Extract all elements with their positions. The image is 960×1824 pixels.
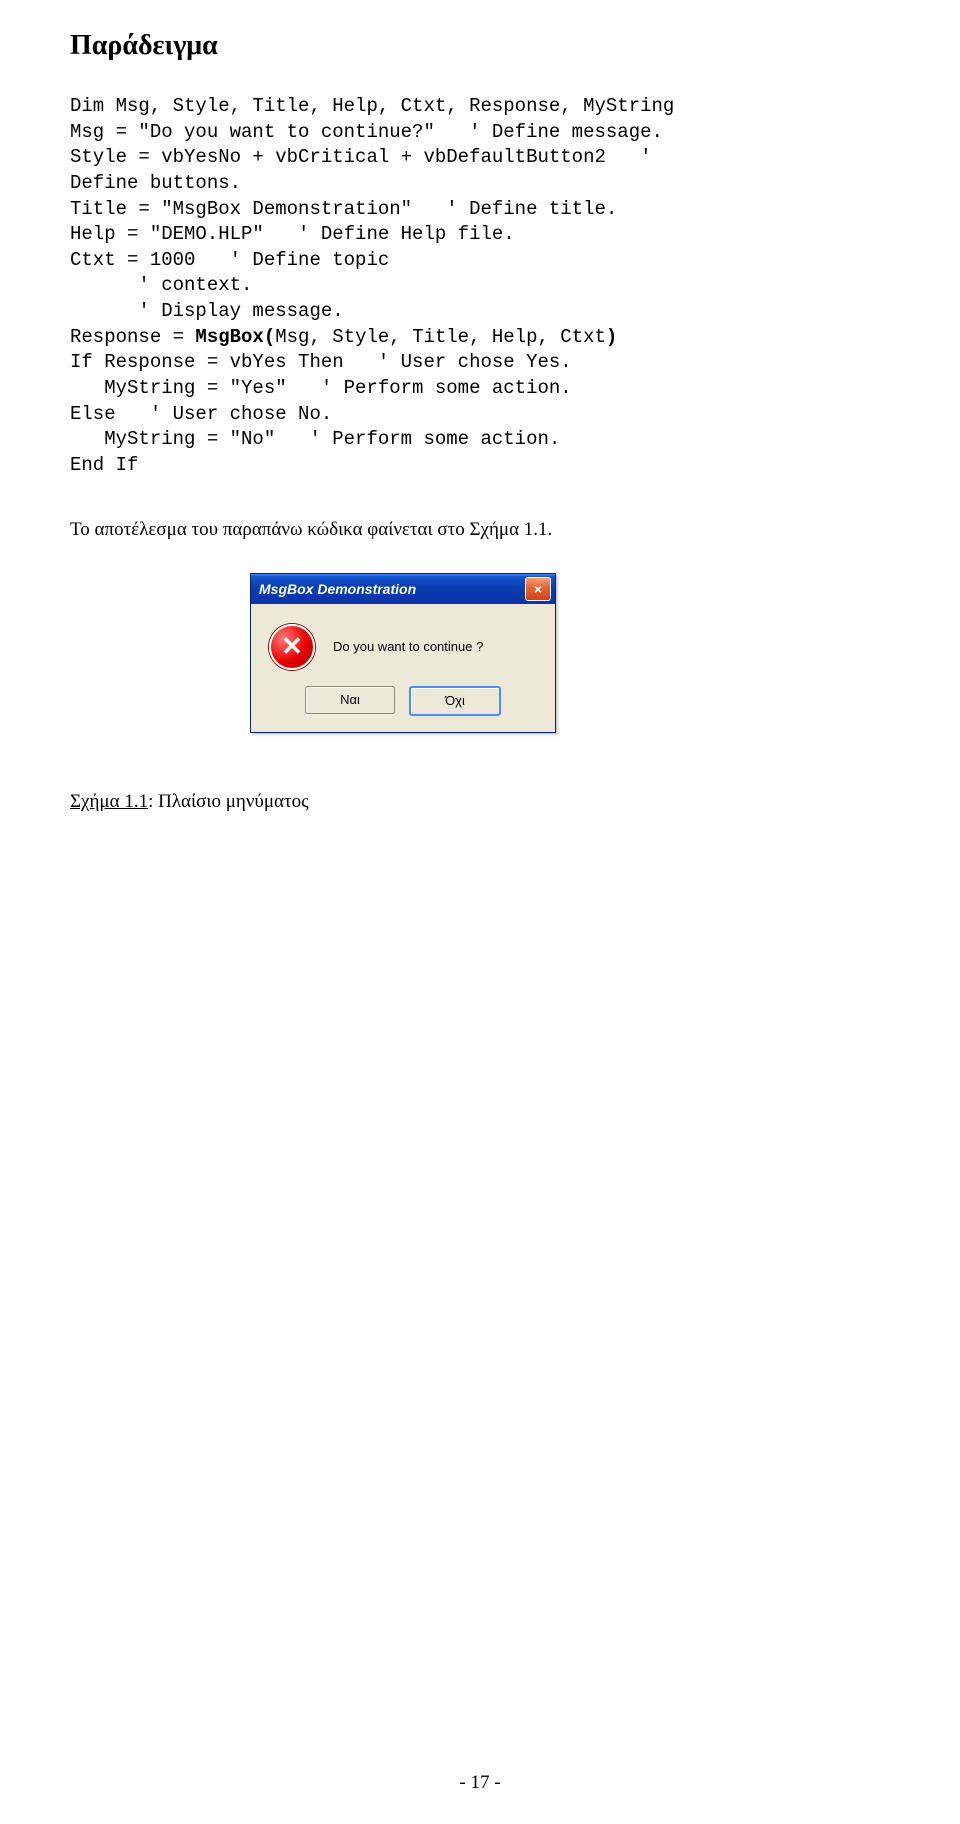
code-line: Ctxt = 1000 ' Define topic <box>70 249 389 271</box>
code-line: If Response = vbYes Then ' User chose Ye… <box>70 351 572 373</box>
msgbox-message: Do you want to continue ? <box>333 639 483 654</box>
msgbox-body: ✕ Do you want to continue ? <box>251 604 555 682</box>
code-line: Msg, Style, Title, Help, Ctxt <box>275 326 606 348</box>
code-bold: MsgBox( <box>195 326 275 348</box>
error-x-icon: ✕ <box>281 631 303 662</box>
code-line: Style = vbYesNo + vbCritical + vbDefault… <box>70 146 652 168</box>
code-line: MyString = "Yes" ' Perform some action. <box>70 377 572 399</box>
code-bold: ) <box>606 326 617 348</box>
code-line: End If <box>70 454 138 476</box>
error-icon: ✕ <box>269 624 315 670</box>
msgbox-dialog: MsgBox Demonstration × ✕ Do you want to … <box>250 573 556 733</box>
msgbox-titlebar: MsgBox Demonstration × <box>251 574 555 604</box>
code-line: ' context. <box>70 274 252 296</box>
page-number: - 17 - <box>0 1772 960 1794</box>
code-line: MyString = "No" ' Perform some action. <box>70 428 560 450</box>
code-line: Define buttons. <box>70 172 241 194</box>
result-text: Το αποτέλεσμα του παραπάνω κώδικα φαίνετ… <box>70 519 890 541</box>
close-icon: × <box>534 581 542 597</box>
no-button[interactable]: Όχι <box>409 686 501 716</box>
figure-caption: Σχήμα 1.1: Πλαίσιο μηνύματος <box>70 791 890 813</box>
code-line: Else ' User chose No. <box>70 403 332 425</box>
code-line: ' Display message. <box>70 300 344 322</box>
code-line: Response = <box>70 326 195 348</box>
yes-button[interactable]: Ναι <box>305 686 395 714</box>
figure-text: Πλαίσιο μηνύματος <box>158 791 309 812</box>
figure-sep: : <box>148 791 158 812</box>
code-block: Dim Msg, Style, Title, Help, Ctxt, Respo… <box>70 94 890 479</box>
close-button[interactable]: × <box>525 577 551 601</box>
code-line: Help = "DEMO.HLP" ' Define Help file. <box>70 223 515 245</box>
figure-label: Σχήμα 1.1 <box>70 791 148 812</box>
code-line: Dim Msg, Style, Title, Help, Ctxt, Respo… <box>70 95 674 117</box>
section-heading: Παράδειγμα <box>70 30 890 62</box>
msgbox-figure: MsgBox Demonstration × ✕ Do you want to … <box>70 573 890 733</box>
msgbox-buttons: Ναι Όχι <box>251 682 555 732</box>
msgbox-title: MsgBox Demonstration <box>259 581 416 597</box>
code-line: Title = "MsgBox Demonstration" ' Define … <box>70 198 617 220</box>
code-line: Msg = "Do you want to continue?" ' Defin… <box>70 121 663 143</box>
